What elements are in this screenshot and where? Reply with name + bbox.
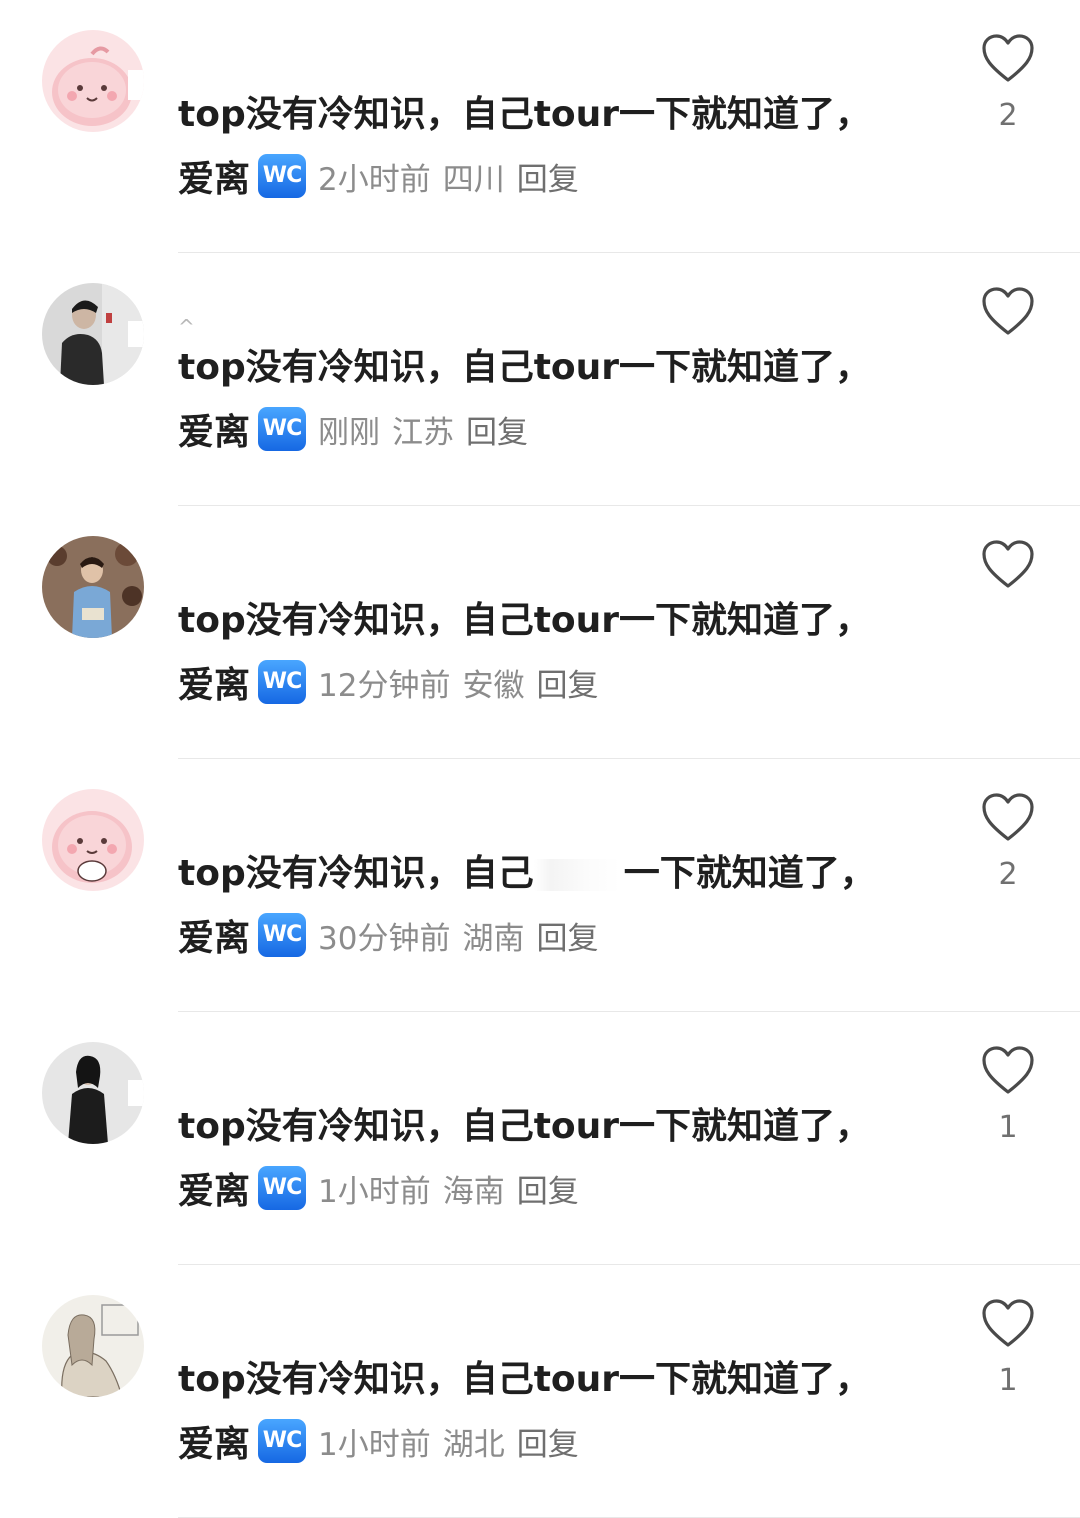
wc-badge-icon: WC xyxy=(258,660,307,704)
like-area[interactable]: 2 xyxy=(978,791,1038,893)
avatar[interactable] xyxy=(42,536,144,638)
heart-icon[interactable] xyxy=(978,1297,1038,1349)
like-count: 1 xyxy=(998,1110,1018,1145)
comment-text: top没有冷知识，自己 一下就知道了， xyxy=(178,851,876,897)
heart-icon[interactable] xyxy=(978,1044,1038,1096)
like-area[interactable]: 1 xyxy=(978,1044,1038,1146)
author-name[interactable]: 爱离 xyxy=(178,150,250,202)
author-name[interactable]: 爱离 xyxy=(178,909,250,961)
reply-button[interactable]: 回复 xyxy=(536,660,598,705)
like-area[interactable] xyxy=(978,285,1038,387)
reply-button[interactable]: 回复 xyxy=(517,1166,579,1211)
heart-icon[interactable] xyxy=(978,285,1038,337)
comment-text: top没有冷知识，自己tour一下就知道了， xyxy=(178,347,872,388)
heart-icon[interactable] xyxy=(978,791,1038,843)
like-area[interactable]: 2 xyxy=(978,32,1038,134)
author-name[interactable]: 爱离 xyxy=(178,1415,250,1467)
comment-location: 四川 xyxy=(442,161,505,198)
comment-item: top没有冷知识，自己tour一下就知道了， 爱离 WC 1小时前 湖北 回复 … xyxy=(0,1265,1080,1518)
wc-badge-icon: WC xyxy=(258,1419,307,1463)
comment-item: top没有冷知识，自己tour一下就知道了， 爱离 WC 2小时前 四川 回复 … xyxy=(0,0,1080,253)
comment-item: top没有冷知识，自己tour一下就知道了， 爱离 WC 12分钟前 安徽 回复 xyxy=(0,506,1080,759)
reply-button[interactable]: 回复 xyxy=(517,1419,579,1464)
like-count xyxy=(978,604,1038,640)
author-name[interactable]: 爱离 xyxy=(178,403,250,455)
comment-meta: 爱离 WC 30分钟前 湖南 回复 xyxy=(178,911,598,959)
comment-time: 刚刚 xyxy=(318,414,381,451)
avatar[interactable] xyxy=(42,789,144,891)
avatar[interactable] xyxy=(42,1042,144,1144)
comment-meta: 爱离 WC 2小时前 四川 回复 xyxy=(178,152,579,200)
comment-text: top没有冷知识，自己tour一下就知道了， xyxy=(178,94,872,135)
comment-text: top没有冷知识，自己tour一下就知道了， xyxy=(178,600,872,641)
comment-meta: 爱离 WC 12分钟前 安徽 回复 xyxy=(178,658,598,706)
wc-badge-icon: WC xyxy=(258,913,307,957)
like-area[interactable]: 1 xyxy=(978,1297,1038,1399)
like-count: 2 xyxy=(998,98,1018,133)
heart-icon[interactable] xyxy=(978,538,1038,590)
comment-time: 1小时前 xyxy=(318,1173,431,1210)
comment-location: 海南 xyxy=(442,1173,505,1210)
avatar[interactable] xyxy=(42,1295,144,1397)
author-name[interactable]: 爱离 xyxy=(178,1162,250,1214)
heart-icon[interactable] xyxy=(978,32,1038,84)
like-area[interactable] xyxy=(978,538,1038,640)
comment-meta: 爱离 WC 1小时前 湖北 回复 xyxy=(178,1417,579,1465)
comment-text: top没有冷知识，自己tour一下就知道了， xyxy=(178,1106,872,1147)
comment-item: top没有冷知识，自己tour一下就知道了， 爱离 WC 1小时前 海南 回复 … xyxy=(0,1012,1080,1265)
like-count: 2 xyxy=(998,857,1018,892)
avatar[interactable] xyxy=(42,30,144,132)
wc-badge-icon: WC xyxy=(258,154,307,198)
like-count xyxy=(978,351,1038,387)
comment-time: 2小时前 xyxy=(318,161,431,198)
comment-time: 30分钟前 xyxy=(318,920,451,957)
wc-badge-icon: WC xyxy=(258,1166,307,1210)
comment-location: 湖北 xyxy=(442,1426,505,1463)
like-count: 1 xyxy=(998,1363,1018,1398)
comment-list: top没有冷知识，自己tour一下就知道了， 爱离 WC 2小时前 四川 回复 … xyxy=(0,0,1080,1518)
comment-location: 江苏 xyxy=(392,414,455,451)
comment-item: ^ top没有冷知识，自己tour一下就知道了， 爱离 WC 刚刚 江苏 回复 xyxy=(0,253,1080,506)
wc-badge-icon: WC xyxy=(258,407,307,451)
username[interactable]: ^ xyxy=(178,315,197,339)
comment-text-start: top没有冷知识，自己 xyxy=(178,853,534,894)
reply-button[interactable]: 回复 xyxy=(536,913,598,958)
comment-meta: 爱离 WC 1小时前 海南 回复 xyxy=(178,1164,579,1212)
blurred-text-mask xyxy=(533,859,620,891)
reply-button[interactable]: 回复 xyxy=(466,407,528,452)
reply-button[interactable]: 回复 xyxy=(517,154,579,199)
author-name[interactable]: 爱离 xyxy=(178,656,250,708)
avatar[interactable] xyxy=(42,283,144,385)
comment-meta: 爱离 WC 刚刚 江苏 回复 xyxy=(178,405,528,453)
comment-text-end: 一下就知道了， xyxy=(623,853,876,894)
comment-location: 湖南 xyxy=(462,920,525,957)
comment-time: 1小时前 xyxy=(318,1426,431,1463)
comment-location: 安徽 xyxy=(462,667,525,704)
comment-text: top没有冷知识，自己tour一下就知道了， xyxy=(178,1359,872,1400)
comment-time: 12分钟前 xyxy=(318,667,451,704)
comment-item: top没有冷知识，自己 一下就知道了， 爱离 WC 30分钟前 湖南 回复 2 xyxy=(0,759,1080,1012)
